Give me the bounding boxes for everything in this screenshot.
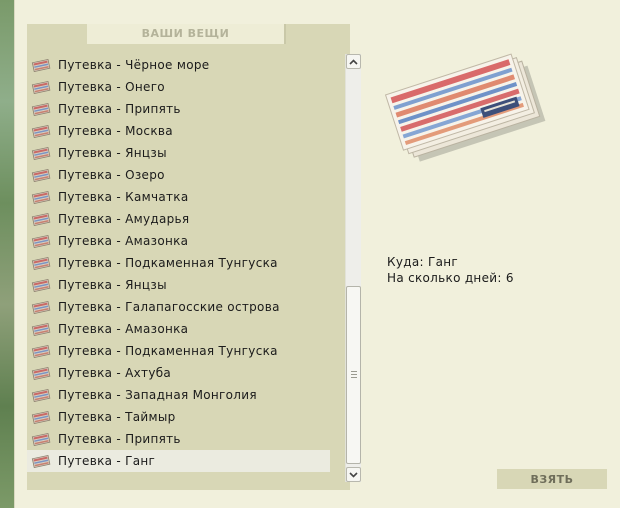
scroll-up-button[interactable] bbox=[346, 54, 361, 69]
list-item[interactable]: Путевка - Амударья bbox=[27, 208, 330, 230]
ticket-icon bbox=[31, 234, 51, 248]
list-item-label: Путевка - Амазонка bbox=[58, 234, 189, 248]
list-item-label: Путевка - Таймыр bbox=[58, 410, 176, 424]
list-item[interactable]: Путевка - Озеро bbox=[27, 164, 330, 186]
items-list: Путевка - Чёрное море Путевка - Онего Путе… bbox=[27, 54, 330, 484]
list-item-label: Путевка - Чёрное море bbox=[58, 58, 210, 72]
ticket-icon bbox=[31, 190, 51, 204]
list-item[interactable]: Путевка - Янцзы bbox=[27, 274, 330, 296]
list-item-label: Путевка - Западная Монголия bbox=[58, 388, 257, 402]
ticket-preview-image bbox=[384, 53, 546, 162]
list-item[interactable]: Путевка - Амазонка bbox=[27, 318, 330, 340]
ticket-icon bbox=[31, 278, 51, 292]
list-item-label: Путевка - Подкаменная Тунгуска bbox=[58, 344, 278, 358]
list-item[interactable]: Путевка - Москва bbox=[27, 120, 330, 142]
list-item-label: Путевка - Онего bbox=[58, 80, 165, 94]
ticket-icon bbox=[31, 58, 51, 72]
ticket-icon bbox=[31, 410, 51, 424]
ticket-icon bbox=[31, 300, 51, 314]
list-item[interactable]: Путевка - Камчатка bbox=[27, 186, 330, 208]
list-item[interactable]: Путевка - Чёрное море bbox=[27, 54, 330, 76]
list-scrollbar[interactable] bbox=[345, 54, 361, 482]
list-item[interactable]: Путевка - Онего bbox=[27, 76, 330, 98]
item-details: Куда: Ганг На сколько дней: 6 bbox=[387, 254, 514, 286]
list-item[interactable]: Путевка - Подкаменная Тунгуска bbox=[27, 340, 330, 362]
ticket-icon bbox=[31, 322, 51, 336]
grip-line bbox=[351, 377, 357, 378]
destination-row: Куда: Ганг bbox=[387, 254, 514, 270]
ticket-icon bbox=[31, 146, 51, 160]
items-panel: ВАШИ ВЕЩИ Путевка - Чёрное море Путевка -… bbox=[27, 24, 361, 490]
list-item[interactable]: Путевка - Янцзы bbox=[27, 142, 330, 164]
list-item[interactable]: Путевка - Ганг bbox=[27, 450, 330, 472]
list-item[interactable]: Путевка - Подкаменная Тунгуска bbox=[27, 252, 330, 274]
list-item-label: Путевка - Янцзы bbox=[58, 278, 167, 292]
list-item-label: Путевка - Амазонка bbox=[58, 322, 189, 336]
list-item-label: Путевка - Москва bbox=[58, 124, 173, 138]
list-item-label: Путевка - Подкаменная Тунгуска bbox=[58, 256, 278, 270]
ticket-icon bbox=[31, 102, 51, 116]
list-item[interactable]: Путевка - Таймыр bbox=[27, 406, 330, 428]
ticket-icon bbox=[31, 454, 51, 468]
ticket-icon bbox=[31, 124, 51, 138]
chevron-down-icon bbox=[349, 471, 358, 478]
list-item-label: Путевка - Камчатка bbox=[58, 190, 189, 204]
ticket-icon bbox=[31, 80, 51, 94]
list-item-label: Путевка - Янцзы bbox=[58, 146, 167, 160]
scroll-thumb[interactable] bbox=[346, 286, 361, 464]
list-item-label: Путевка - Амударья bbox=[58, 212, 190, 226]
list-item-label: Путевка - Ганг bbox=[58, 454, 156, 468]
ticket-icon bbox=[31, 366, 51, 380]
days-label: На сколько дней: bbox=[387, 271, 502, 285]
list-item-label: Путевка - Галапагосские острова bbox=[58, 300, 280, 314]
days-row: На сколько дней: 6 bbox=[387, 270, 514, 286]
game-background bbox=[0, 0, 14, 508]
destination-value: Ганг bbox=[427, 255, 458, 269]
list-item[interactable]: Путевка - Припять bbox=[27, 98, 330, 120]
scroll-down-button[interactable] bbox=[346, 467, 361, 482]
ticket-icon bbox=[31, 256, 51, 270]
list-item-label: Путевка - Ахтуба bbox=[58, 366, 172, 380]
grip-line bbox=[351, 371, 357, 372]
list-item-label: Путевка - Припять bbox=[58, 432, 181, 446]
ticket-icon bbox=[31, 168, 51, 182]
ticket-icon bbox=[31, 344, 51, 358]
list-item[interactable]: Путевка - Припять bbox=[27, 428, 330, 450]
destination-label: Куда: bbox=[387, 255, 424, 269]
list-item[interactable]: Путевка - Ахтуба bbox=[27, 362, 330, 384]
grip-line bbox=[351, 374, 357, 375]
list-item-label: Путевка - Припять bbox=[58, 102, 181, 116]
chevron-up-icon bbox=[349, 58, 358, 65]
take-button[interactable]: ВЗЯТЬ bbox=[497, 469, 607, 489]
ticket-icon bbox=[31, 212, 51, 226]
ticket-icon bbox=[31, 388, 51, 402]
list-item[interactable]: Путевка - Амазонка bbox=[27, 230, 330, 252]
list-item-label: Путевка - Озеро bbox=[58, 168, 165, 182]
inventory-window: ВАШИ ВЕЩИ Путевка - Чёрное море Путевка -… bbox=[14, 0, 620, 508]
list-item[interactable]: Путевка - Галапагосские острова bbox=[27, 296, 330, 318]
panel-title: ВАШИ ВЕЩИ bbox=[87, 24, 286, 44]
ticket-icon bbox=[31, 432, 51, 446]
list-item[interactable]: Путевка - Западная Монголия bbox=[27, 384, 330, 406]
days-value: 6 bbox=[505, 271, 514, 285]
